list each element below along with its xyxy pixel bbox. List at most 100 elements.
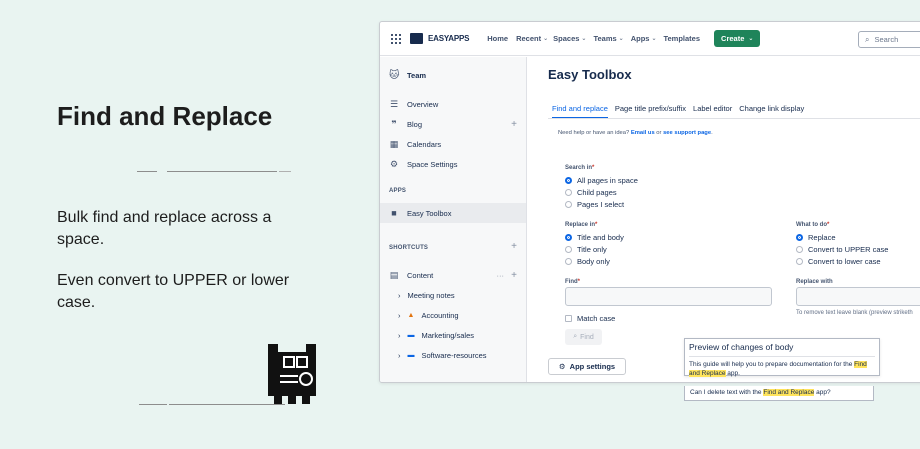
help-suffix: . (711, 130, 713, 136)
create-button[interactable]: Create ⌄ (714, 30, 761, 47)
robot-mascot-icon (264, 340, 320, 408)
add-shortcut-icon[interactable]: + (511, 241, 517, 252)
sidebar-item-label: Easy Toolbox (407, 208, 452, 218)
app-settings-button[interactable]: ⚙ App settings (548, 358, 626, 375)
top-navigation: EASYAPPS Home Recent ⌄ Spaces ⌄ Teams ⌄ App… (380, 22, 920, 56)
space-header[interactable]: 🐱 Team (380, 64, 526, 86)
sidebar-item-blog[interactable]: ❞ Blog + (380, 114, 526, 134)
support-link[interactable]: see support page (663, 130, 711, 136)
add-blog-icon[interactable]: + (511, 119, 517, 130)
nav-teams[interactable]: Teams ⌄ (593, 34, 623, 43)
preview-text: Can I delete text with the (690, 389, 764, 396)
app-switcher-icon[interactable] (391, 33, 401, 44)
tree-item-label: Marketing/sales (421, 330, 475, 340)
search-in-label: Search in* (565, 165, 594, 171)
nav-recent[interactable]: Recent ⌄ (516, 34, 548, 43)
search-placeholder: Search (874, 35, 899, 44)
preview-text: app? (814, 389, 831, 396)
chevron-right-icon: › (398, 310, 401, 320)
what-to-do-label: What to do* (796, 222, 829, 228)
tree-item-software-resources[interactable]: › ▬ Software-resources (398, 346, 487, 364)
radio-selected-icon (565, 177, 572, 184)
overview-icon: ☰ (389, 98, 399, 109)
sidebar-item-overview[interactable]: ☰ Overview (380, 94, 526, 114)
radio-upper-case[interactable]: Convert to UPPER case (796, 245, 888, 254)
add-content-icon[interactable]: + (511, 270, 517, 281)
tree-item-label: Meeting notes (407, 290, 455, 300)
sidebar-item-space-settings[interactable]: ⚙ Space Settings (380, 154, 526, 174)
option-label: Title and body (577, 233, 624, 242)
chevron-right-icon: › (398, 290, 401, 300)
find-input[interactable] (565, 287, 772, 306)
radio-icon (796, 246, 803, 253)
match-case-checkbox[interactable]: Match case (565, 314, 615, 323)
search-icon: ⌕ (573, 333, 578, 340)
fire-icon: ▲ (407, 311, 415, 319)
option-label: All pages in space (577, 176, 638, 185)
option-label: Title only (577, 245, 607, 254)
nav-label: Templates (663, 34, 701, 43)
radio-selected-icon (565, 234, 572, 241)
nav-home[interactable]: Home (487, 34, 508, 43)
find-button[interactable]: ⌕ Find (565, 329, 602, 345)
nav-label: Teams (593, 34, 617, 43)
tree-item-accounting[interactable]: › ▲ Accounting (398, 306, 459, 324)
label-text: Search in (565, 165, 593, 171)
folder-icon: ▬ (407, 331, 415, 339)
replace-with-label: Replace with (796, 279, 833, 285)
tab-divider (548, 118, 920, 119)
tab-change-link-display[interactable]: Change link display (739, 104, 804, 119)
divider (139, 404, 167, 405)
radio-lower-case[interactable]: Convert to lower case (796, 257, 881, 266)
divider (169, 404, 285, 405)
sidebar-item-easy-toolbox[interactable]: ■ Easy Toolbox (380, 203, 526, 223)
radio-title-and-body[interactable]: Title and body (565, 233, 624, 242)
tab-page-title-prefix-suffix[interactable]: Page title prefix/suffix (615, 104, 686, 119)
replace-with-input[interactable] (796, 287, 920, 306)
chevron-down-icon: ⌄ (581, 36, 587, 42)
nav-label: Home (487, 34, 509, 43)
email-link[interactable]: Email us (631, 130, 655, 136)
hero-description: Bulk find and replace across a space. (57, 209, 272, 248)
nav-apps[interactable]: Apps ⌄ (631, 34, 657, 43)
tree-item-label: Accounting (421, 310, 459, 320)
radio-all-pages[interactable]: All pages in space (565, 176, 638, 185)
sidebar-item-calendars[interactable]: ▦ Calendars (380, 134, 526, 154)
sidebar-item-content[interactable]: ▤ Content ··· + (380, 265, 526, 285)
preview-text: app. (725, 370, 740, 377)
preview-line-1: This guide will help you to prepare docu… (689, 360, 877, 378)
required-marker: * (827, 222, 830, 228)
radio-title-only[interactable]: Title only (565, 245, 607, 254)
preview-divider (689, 356, 875, 357)
preview-title: Preview of changes of body (689, 342, 794, 352)
sidebar-item-label: Blog (407, 119, 423, 129)
chevron-right-icon: › (398, 330, 401, 340)
sidebar-item-label: Space Settings (407, 159, 458, 169)
tree-item-label: Software-resources (421, 350, 487, 360)
radio-icon (565, 258, 572, 265)
nav-spaces[interactable]: Spaces ⌄ (553, 34, 586, 43)
tab-find-and-replace[interactable]: Find and replace (552, 104, 608, 119)
sidebar-item-label: Content (407, 270, 434, 280)
page-title: Easy Toolbox (548, 67, 632, 82)
radio-replace[interactable]: Replace (796, 233, 836, 242)
radio-body-only[interactable]: Body only (565, 257, 610, 266)
hero-title: Find and Replace (57, 101, 273, 131)
radio-icon (565, 189, 572, 196)
tree-item-meeting-notes[interactable]: › Meeting notes (398, 286, 455, 304)
tree-item-marketing-sales[interactable]: › ▬ Marketing/sales (398, 326, 474, 344)
option-label: Convert to UPPER case (808, 245, 889, 254)
tab-label-editor[interactable]: Label editor (693, 104, 732, 119)
search-input[interactable]: ⌕ Search (858, 31, 920, 48)
sidebar-item-label: Overview (407, 99, 439, 109)
radio-child-pages[interactable]: Child pages (565, 188, 617, 197)
nav-templates[interactable]: Templates (663, 34, 700, 43)
blog-icon: ❞ (391, 118, 397, 129)
hero-description-2: Even convert to UPPER or lower case. (57, 272, 290, 311)
calendar-icon: ▦ (389, 138, 399, 149)
more-icon[interactable]: ··· (497, 271, 505, 280)
create-label: Create (721, 34, 745, 43)
radio-pages-i-select[interactable]: Pages I select (565, 200, 624, 209)
shortcuts-header: SHORTCUTS (389, 245, 429, 251)
logo-text[interactable]: EASYAPPS (428, 34, 469, 43)
